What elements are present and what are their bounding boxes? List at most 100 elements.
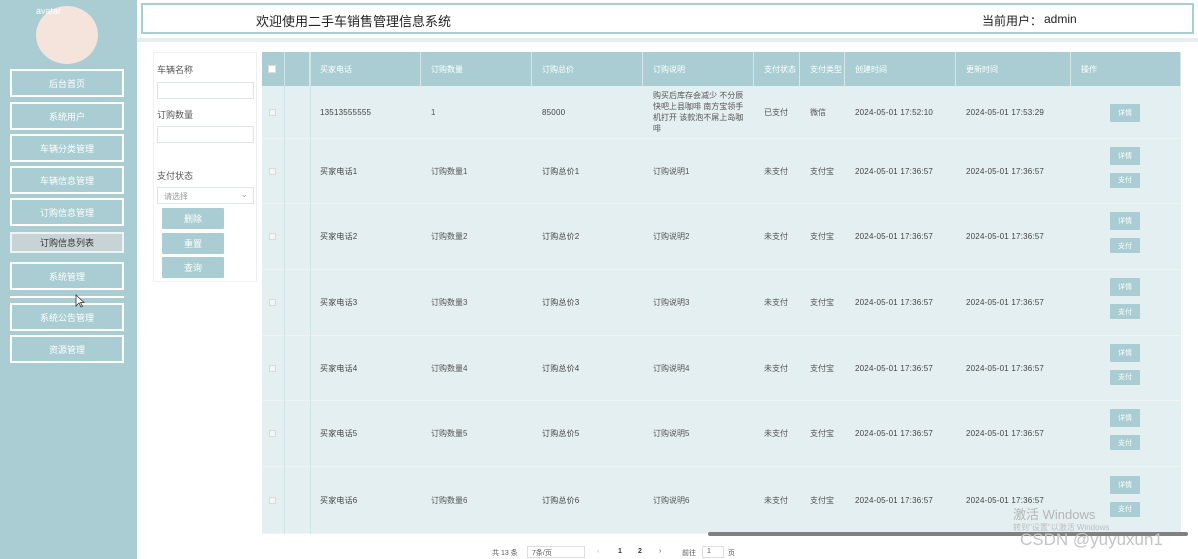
goto-page-input[interactable]: 1 bbox=[702, 546, 724, 558]
column-header-ops[interactable]: 操作 bbox=[1071, 52, 1181, 86]
column-header-updated[interactable]: 更新时间 bbox=[956, 52, 1071, 86]
header-bar: 欢迎使用二手车销售管理信息系统 当前用户： admin bbox=[141, 3, 1194, 34]
column-header-type[interactable]: 支付类型 bbox=[800, 52, 845, 86]
table-row[interactable]: 13513555555 1 85000 购买后库存会减少 不分辰快吧上县咖啡 南方宝领… bbox=[262, 86, 1181, 139]
sidebar-item-7[interactable]: 系统公告管理 bbox=[10, 303, 124, 331]
cell-type: 微信 bbox=[810, 107, 826, 117]
row-checkbox[interactable] bbox=[269, 299, 276, 306]
cell-total: 订购总价5 bbox=[542, 429, 580, 438]
detail-button[interactable]: 详情 bbox=[1110, 343, 1140, 362]
pay-button[interactable]: 支付 bbox=[1110, 172, 1140, 188]
cell-total: 订购总价2 bbox=[542, 232, 580, 241]
cell-status: 未支付 bbox=[764, 166, 788, 176]
current-user-label: 当前用户： bbox=[982, 14, 1043, 28]
cell-status: 未支付 bbox=[764, 495, 788, 505]
table-row[interactable]: 买家电话1 订购数量1 订购总价1 订购说明1 未支付 支付宝 2024-05-01 17:… bbox=[262, 139, 1181, 204]
cell-type: 支付宝 bbox=[810, 363, 834, 373]
query-button[interactable]: 查询 bbox=[162, 257, 224, 278]
sidebar-item-4[interactable]: 订购信息管理 bbox=[10, 198, 124, 226]
sidebar-item-5[interactable]: 订购信息列表 bbox=[10, 232, 124, 253]
row-checkbox[interactable] bbox=[269, 364, 276, 372]
cell-qty: 订购数量4 bbox=[431, 363, 468, 373]
table-row[interactable]: 买家电话2 订购数量2 订购总价2 订购说明2 未支付 支付宝 2024-05-01 17:… bbox=[262, 204, 1181, 270]
cell-status: 未支付 bbox=[764, 298, 788, 307]
cell-created: 2024-05-01 17:36:57 bbox=[855, 495, 934, 505]
column-header-phone[interactable]: 买家电话 bbox=[310, 52, 421, 86]
cell-qty: 订购数量6 bbox=[431, 495, 468, 505]
order-qty-input[interactable] bbox=[157, 126, 254, 143]
orders-table: 买家电话 订购数量 订购总价 订购说明 支付状态 支付类型 创建时间 更新时间 操作 13513… bbox=[262, 52, 1181, 534]
delete-button[interactable]: 删除 bbox=[162, 208, 224, 229]
pay-button[interactable]: 支付 bbox=[1110, 501, 1140, 517]
vehicle-name-label: 车辆名称 bbox=[157, 65, 194, 75]
pagination-prev-icon[interactable]: ‹ bbox=[597, 548, 599, 555]
select-all-checkbox[interactable] bbox=[268, 65, 276, 73]
sidebar-item-2[interactable]: 车辆分类管理 bbox=[10, 134, 124, 162]
table-row[interactable]: 买家电话3 订购数量3 订购总价3 订购说明3 未支付 支付宝 2024-05-01 17:… bbox=[262, 270, 1181, 336]
table-row[interactable]: 买家电话5 订购数量5 订购总价5 订购说明5 未支付 支付宝 2024-05-01 17:… bbox=[262, 401, 1181, 467]
sidebar-item-1[interactable]: 系统用户 bbox=[10, 102, 124, 130]
pagination-page-1[interactable]: 1 bbox=[618, 548, 622, 555]
sidebar-item-8[interactable]: 资源管理 bbox=[10, 335, 124, 363]
column-header-status[interactable]: 支付状态 bbox=[754, 52, 800, 86]
row-checkbox[interactable] bbox=[269, 233, 276, 240]
detail-button[interactable]: 详情 bbox=[1110, 212, 1140, 230]
pay-button[interactable]: 支付 bbox=[1110, 304, 1140, 319]
pay-status-select[interactable]: 请选择 ⌄ bbox=[157, 187, 254, 204]
detail-button[interactable]: 详情 bbox=[1110, 475, 1140, 494]
goto-label: 前往 bbox=[682, 550, 696, 557]
cell-desc: 订购说明6 bbox=[653, 495, 690, 505]
table-header: 买家电话 订购数量 订购总价 订购说明 支付状态 支付类型 创建时间 更新时间 操作 bbox=[262, 52, 1181, 86]
cell-created: 2024-05-01 17:36:57 bbox=[855, 232, 934, 241]
current-user-name[interactable]: admin bbox=[1044, 12, 1077, 26]
row-checkbox[interactable] bbox=[269, 496, 276, 504]
column-header-index bbox=[284, 52, 310, 86]
cell-type: 支付宝 bbox=[810, 429, 834, 438]
column-header-desc[interactable]: 订购说明 bbox=[643, 52, 754, 86]
cell-phone: 买家电话1 bbox=[320, 166, 358, 176]
detail-button[interactable]: 详情 bbox=[1110, 278, 1140, 296]
cell-qty: 订购数量5 bbox=[431, 429, 468, 438]
cell-status: 未支付 bbox=[764, 363, 788, 373]
detail-button[interactable]: 详情 bbox=[1110, 146, 1140, 165]
cell-status: 已支付 bbox=[764, 107, 788, 117]
column-header-created[interactable]: 创建时间 bbox=[845, 52, 956, 86]
cell-qty: 订购数量1 bbox=[431, 166, 468, 176]
cell-total: 订购总价6 bbox=[542, 495, 580, 505]
cell-status: 未支付 bbox=[764, 232, 788, 241]
cell-qty: 订购数量3 bbox=[431, 298, 468, 307]
cell-total: 订购总价3 bbox=[542, 298, 580, 307]
pagination-page-2[interactable]: 2 bbox=[638, 548, 642, 555]
pay-button[interactable]: 支付 bbox=[1110, 369, 1140, 385]
column-header-total[interactable]: 订购总价 bbox=[532, 52, 643, 86]
sidebar-divider bbox=[10, 296, 124, 298]
row-checkbox[interactable] bbox=[269, 430, 276, 437]
pagination-next-icon[interactable]: › bbox=[659, 548, 661, 555]
sidebar-item-0[interactable]: 后台首页 bbox=[10, 69, 124, 97]
csdn-watermark: CSDN @yuyuxun1 bbox=[1020, 530, 1163, 549]
cell-updated: 2024-05-01 17:36:57 bbox=[966, 298, 1045, 307]
pay-button[interactable]: 支付 bbox=[1110, 435, 1140, 450]
sidebar-item-6[interactable]: 系统管理 bbox=[10, 262, 124, 290]
page-size-select[interactable]: 7条/页 bbox=[527, 546, 585, 558]
pay-status-placeholder: 请选择 bbox=[164, 192, 188, 201]
app-root: avatar 后台首页 系统用户 车辆分类管理 车辆信息管理 订购信息管理 订购信息列表系… bbox=[0, 0, 1198, 559]
sidebar-item-3[interactable]: 车辆信息管理 bbox=[10, 166, 124, 194]
detail-button[interactable]: 详情 bbox=[1110, 103, 1140, 122]
table-row[interactable]: 买家电话4 订购数量4 订购总价4 订购说明4 未支付 支付宝 2024-05-01 17:… bbox=[262, 336, 1181, 401]
cell-phone: 买家电话5 bbox=[320, 429, 358, 438]
cell-desc: 订购说明3 bbox=[653, 298, 690, 307]
chevron-down-icon: ⌄ bbox=[240, 189, 248, 199]
reset-button[interactable]: 重置 bbox=[162, 233, 224, 254]
cell-phone: 买家电话6 bbox=[320, 495, 358, 505]
row-checkbox[interactable] bbox=[269, 167, 276, 175]
row-checkbox[interactable] bbox=[269, 108, 276, 116]
vehicle-name-input[interactable] bbox=[157, 82, 254, 99]
cell-phone: 13513555555 bbox=[320, 107, 372, 117]
column-header-qty[interactable]: 订购数量 bbox=[421, 52, 532, 86]
detail-button[interactable]: 详情 bbox=[1110, 409, 1140, 427]
cell-total: 订购总价1 bbox=[542, 166, 580, 176]
cell-updated: 2024-05-01 17:53:29 bbox=[966, 107, 1045, 117]
cell-phone: 买家电话2 bbox=[320, 232, 358, 241]
pay-button[interactable]: 支付 bbox=[1110, 238, 1140, 253]
